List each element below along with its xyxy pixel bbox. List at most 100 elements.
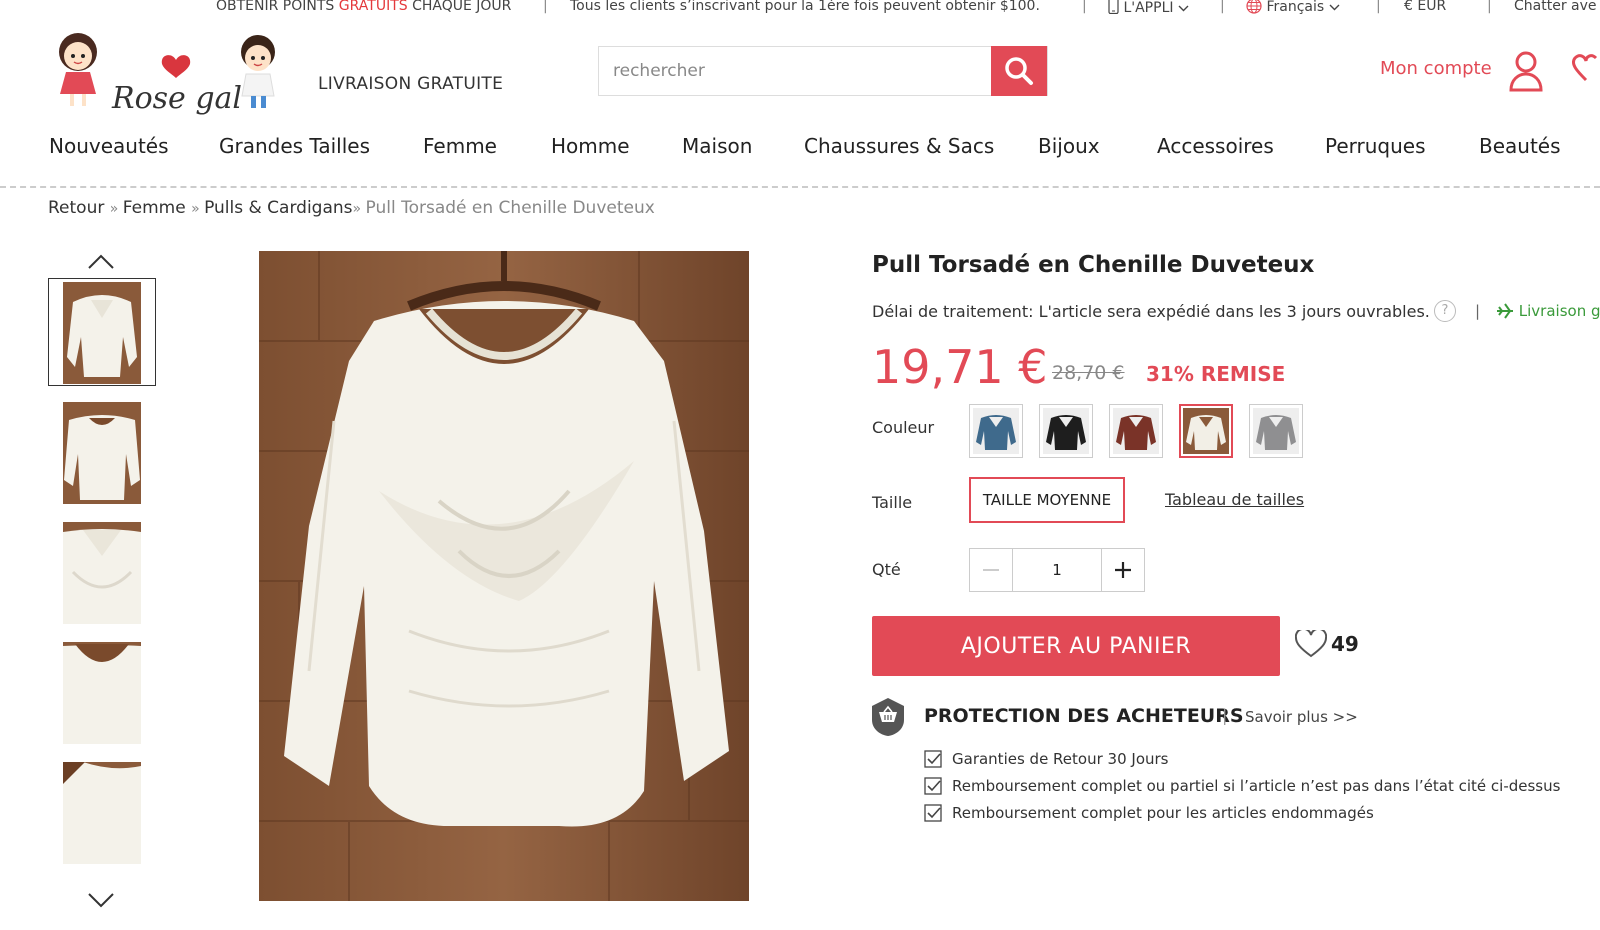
buyer-protection-title: PROTECTION DES ACHETEURS [924,705,1244,727]
user-icon[interactable] [1508,50,1544,92]
breadcrumb-separator: » [352,201,366,217]
breadcrumb-separator: » [191,201,205,217]
checkbox-icon [924,804,942,822]
swatch-sweater-image [1253,408,1299,454]
guarantee-text: Garanties de Retour 30 Jours [952,750,1169,768]
add-to-cart-button[interactable]: AJOUTER AU PANIER [872,616,1280,676]
checkbox-icon [924,777,942,795]
checkbox-icon [924,750,942,768]
chevron-down-icon [1329,4,1340,11]
swatch-sweater-image [1113,408,1159,454]
guarantee-text: Remboursement complet pour les articles … [952,804,1374,822]
breadcrumb-separator: » [109,201,123,217]
thumbs-up-arrow-icon[interactable] [86,252,116,272]
nav-item-grandes-tailles[interactable]: Grandes Tailles [219,134,370,158]
currency-selector[interactable]: € EUR [1404,0,1446,14]
color-swatch-5[interactable] [1249,404,1303,458]
plane-icon [1497,303,1513,319]
nav-item-bijoux[interactable]: Bijoux [1038,134,1100,158]
points-text: OBTENIR POINTS [216,0,339,14]
main-product-image[interactable] [259,251,749,901]
breadcrumb: Retour » Femme » Pulls & Cardigans» Pull… [48,198,655,218]
breadcrumb-back[interactable]: Retour [48,198,104,218]
app-menu[interactable]: L'APPLI [1108,0,1189,16]
guarantee-item: Remboursement complet ou partiel si l’ar… [924,777,1560,795]
shipping-link[interactable]: Livraison g [1496,302,1600,320]
divider: | [543,0,548,14]
search-bar [598,46,1048,96]
thumbnail-5[interactable] [63,762,141,864]
sweater-front-thumb [63,282,141,384]
language-selector[interactable]: Français [1246,0,1340,15]
sweater-sleeve-thumb [63,762,141,864]
daily-points-promo[interactable]: OBTENIR POINTS GRATUITS CHAQUE JOUR [216,0,511,14]
swatch-sweater-image [1043,408,1089,454]
site-logo[interactable]: Rose gal [48,30,288,122]
thumbnail-1[interactable] [63,282,141,384]
color-swatch-2[interactable] [1039,404,1093,458]
search-icon [1005,57,1034,85]
processing-time: Délai de traitement: L'article sera expé… [872,302,1430,321]
color-swatch-1[interactable] [969,404,1023,458]
plus-icon [1115,562,1131,578]
size-option-medium[interactable]: TAILLE MOYENNE [969,477,1125,523]
current-price: 19,71 € [872,340,1048,394]
learn-more-link[interactable]: Savoir plus >> [1245,708,1358,726]
nav-divider [0,186,1600,188]
nav-item-femme[interactable]: Femme [423,134,497,158]
wishlist-icon[interactable] [1572,52,1600,86]
search-button[interactable] [991,46,1047,96]
color-swatch-4[interactable] [1179,404,1233,458]
thumbnail-4[interactable] [63,642,141,744]
sweater-back-thumb [63,402,141,504]
help-icon[interactable]: ? [1434,300,1456,322]
rosegal-logo: Rose gal [59,33,275,116]
guarantee-item: Remboursement complet pour les articles … [924,804,1374,822]
heart-outline-icon [1295,630,1327,658]
nav-item-chaussures-sacs[interactable]: Chaussures & Sacs [804,134,994,158]
product-title: Pull Torsadé en Chenille Duveteux [872,252,1315,278]
top-bar: OBTENIR POINTS GRATUITS CHAQUE JOUR | To… [0,0,1600,20]
breadcrumb-femme[interactable]: Femme [123,198,186,218]
sweater-detail-thumb [63,522,141,624]
divider: | [1487,0,1492,14]
search-input[interactable] [599,47,992,95]
divider: | [1376,0,1381,14]
divider: | [1082,0,1087,14]
discount-badge: 31% REMISE [1146,362,1286,386]
shield-basket-icon [872,698,904,736]
minus-icon [983,569,999,571]
divider: | [1475,302,1481,320]
color-swatch-3[interactable] [1109,404,1163,458]
phone-icon [1108,0,1119,15]
points-text-end: CHAQUE JOUR [407,0,512,14]
thumbnail-3[interactable] [63,522,141,624]
nav-item-perruques[interactable]: Perruques [1325,134,1426,158]
shipping-label: Livraison g [1518,302,1600,320]
size-label: Taille [872,493,913,512]
quantity-increase-button[interactable] [1101,549,1144,591]
wishlist-button[interactable]: 49 [1295,630,1359,658]
nav-item-accessoires[interactable]: Accessoires [1157,134,1274,158]
sweater-image [259,251,749,901]
nav-item-maison[interactable]: Maison [682,134,752,158]
quantity-decrease-button[interactable] [970,549,1013,591]
my-account-link[interactable]: Mon compte [1380,58,1492,79]
signup-promo[interactable]: Tous les clients s’inscrivant pour la 1è… [570,0,1040,14]
color-label: Couleur [872,418,935,437]
chat-link[interactable]: Chatter ave [1514,0,1597,14]
breadcrumb-pulls[interactable]: Pulls & Cardigans [204,198,352,218]
quantity-input[interactable] [1013,549,1101,591]
globe-icon [1246,0,1262,14]
quantity-stepper [969,548,1145,592]
size-chart-link[interactable]: Tableau de tailles [1165,490,1304,509]
free-shipping-banner: LIVRAISON GRATUITE [318,74,504,94]
nav-item-homme[interactable]: Homme [551,134,630,158]
nav-item-beautes[interactable]: Beautés [1479,134,1561,158]
nav-item-nouveautes[interactable]: Nouveautés [49,134,169,158]
sweater-neck-thumb [63,642,141,744]
thumbnail-2[interactable] [63,402,141,504]
thumbs-down-arrow-icon[interactable] [86,890,116,910]
breadcrumb-current: Pull Torsadé en Chenille Duveteux [365,198,655,218]
points-free-text: GRATUITS [338,0,408,14]
